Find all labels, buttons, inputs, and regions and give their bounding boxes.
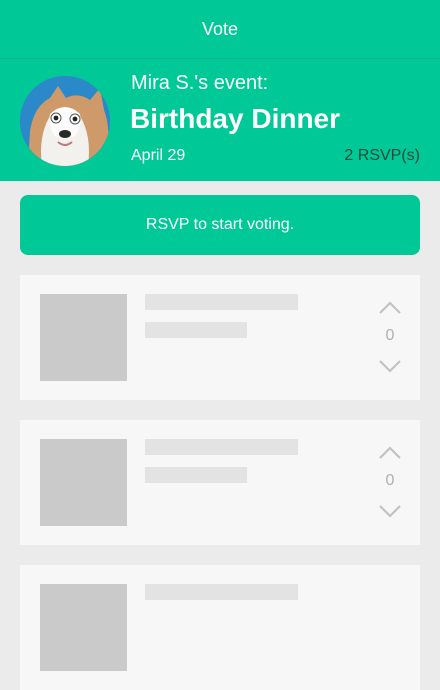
vote-count: 0 (385, 327, 395, 344)
downvote-icon[interactable] (378, 504, 402, 518)
event-header: Mira S.'s event: Birthday Dinner April 2… (0, 59, 440, 181)
page-title: Vote (201, 18, 239, 39)
event-title: Birthday Dinner (130, 103, 341, 134)
upvote-icon[interactable] (378, 301, 402, 315)
rsvp-button-label: RSVP to start voting. (145, 216, 295, 233)
image-placeholder (40, 584, 127, 671)
dog-photo-icon (20, 76, 110, 166)
title-placeholder (145, 584, 298, 600)
rsvp-count: 2 RSVP(s) (344, 147, 420, 164)
event-date: April 29 (131, 147, 186, 164)
event-host: Mira S.'s event: (131, 72, 269, 94)
title-placeholder (145, 294, 298, 310)
downvote-icon[interactable] (378, 359, 402, 373)
vote-count: 0 (385, 472, 395, 489)
rsvp-button[interactable]: RSVP to start voting. (20, 195, 420, 255)
title-placeholder (145, 439, 298, 455)
list-item: 0 (20, 420, 420, 545)
upvote-icon[interactable] (378, 446, 402, 460)
subtitle-placeholder (145, 322, 247, 338)
image-placeholder (40, 294, 127, 381)
list-item: 0 (20, 275, 420, 400)
image-placeholder (40, 439, 127, 526)
avatar (20, 76, 110, 166)
top-bar: Vote (0, 0, 440, 59)
subtitle-placeholder (145, 467, 247, 483)
list-item (20, 565, 420, 690)
